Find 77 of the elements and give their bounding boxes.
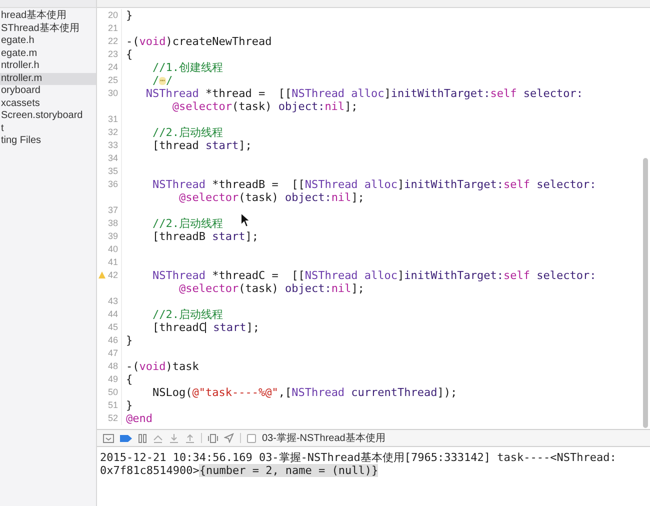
file-item[interactable]: t — [0, 122, 96, 135]
file-item[interactable]: egate.m — [0, 48, 96, 60]
line-number: 48 — [108, 360, 118, 373]
code-line: @selector(task) object:nil]; — [178, 191, 364, 204]
line-number: 51 — [108, 399, 118, 412]
console-output-line: 2015-12-21 10:34:56.169 03-掌握-NSThread基本使用[7965:333142] task----<NSThread: — [100, 451, 618, 464]
app-icon — [247, 434, 256, 442]
line-number: 23 — [108, 48, 118, 61]
line-number: 35 — [108, 165, 118, 178]
step-over-icon[interactable] — [153, 434, 163, 442]
line-number: 32 — [108, 126, 118, 139]
line-number: 36 — [108, 178, 118, 191]
code-line: NSThread *thread = [[NSThread alloc]initWithTarget:self selector: — [144, 87, 583, 100]
code-line: @selector(task) object:nil]; — [178, 282, 364, 295]
breakpoint-icon[interactable] — [120, 434, 132, 442]
line-number: 39 — [108, 230, 118, 243]
code-line: NSLog(@"task----%@",[NSThread currentThread]); — [151, 386, 458, 399]
line-number: 43 — [108, 295, 118, 308]
line-number: 46 — [108, 334, 118, 347]
line-number: 50 — [108, 386, 118, 399]
line-number: 42 — [108, 269, 118, 282]
file-item[interactable]: ntroller.h — [0, 60, 96, 72]
code-line: NSThread *threadB = [[NSThread alloc]initWithTarget:self selector: — [151, 178, 596, 191]
file-item[interactable]: ntroller.m — [0, 72, 96, 85]
file-item[interactable]: SThread基本使用 — [0, 22, 96, 35]
line-number: 44 — [108, 308, 118, 321]
file-item[interactable]: Screen.storyboard — [0, 110, 96, 122]
line-number: 47 — [108, 347, 118, 360]
code-line: [threadB start]; — [151, 230, 258, 243]
file-item[interactable]: hread基本使用 — [0, 10, 96, 22]
line-number: 21 — [108, 22, 118, 35]
code-line: /⋯/ — [151, 74, 173, 87]
code-line: //2.启动线程 — [151, 308, 223, 321]
line-number: 38 — [108, 217, 118, 230]
line-number: 20 — [108, 9, 118, 22]
code-line: NSThread *threadC = [[NSThread alloc]initWithTarget:self selector: — [151, 269, 596, 282]
line-number: 52 — [108, 412, 118, 425]
line-number: 45 — [108, 321, 118, 334]
line-number: 25 — [108, 74, 118, 87]
code-line: } — [125, 334, 133, 347]
line-number: 33 — [108, 139, 118, 152]
code-line: { — [125, 373, 133, 386]
scrollbar[interactable] — [643, 158, 648, 428]
code-line: -(void)createNewThread — [125, 35, 272, 48]
line-number: 37 — [108, 204, 118, 217]
location-arrow-icon[interactable] — [224, 433, 234, 443]
pause-icon[interactable] — [138, 434, 147, 442]
file-item[interactable]: ting Files — [0, 135, 96, 148]
code-line: [threadC start]; — [151, 321, 260, 334]
hide-console-icon[interactable] — [103, 434, 114, 442]
code-line: [thread start]; — [151, 139, 252, 152]
view-hierarchy-icon[interactable] — [208, 434, 218, 442]
line-number: 22 — [108, 35, 118, 48]
code-line: //2.启动线程 — [151, 217, 223, 230]
code-line: } — [125, 9, 133, 22]
code-line: } — [125, 399, 133, 412]
line-number: 49 — [108, 373, 118, 386]
line-number: 41 — [108, 256, 118, 269]
file-item[interactable]: oryboard — [0, 85, 96, 98]
line-number: 34 — [108, 152, 118, 165]
debug-target-label[interactable]: 03-掌握-NSThread基本使用 — [262, 430, 386, 446]
file-item[interactable]: egate.h — [0, 35, 96, 48]
mouse-pointer-icon — [240, 212, 251, 228]
file-item[interactable]: xcassets — [0, 98, 96, 110]
code-line: //1.创建线程 — [151, 61, 223, 74]
code-line: @selector(task) object:nil]; — [171, 100, 358, 113]
code-line: -(void)task — [125, 360, 199, 373]
code-line: { — [125, 48, 133, 61]
line-number: 24 — [108, 61, 118, 74]
line-number: 31 — [108, 113, 118, 126]
code-line: @end — [125, 412, 152, 425]
step-in-icon[interactable] — [169, 434, 179, 442]
line-number: 40 — [108, 243, 118, 256]
console-output-line: 0x7f81c8514900>{number = 2, name = (null)} — [100, 464, 380, 477]
line-number: 30 — [108, 87, 118, 100]
code-line: //2.启动线程 — [151, 126, 223, 139]
step-out-icon[interactable] — [185, 434, 195, 442]
